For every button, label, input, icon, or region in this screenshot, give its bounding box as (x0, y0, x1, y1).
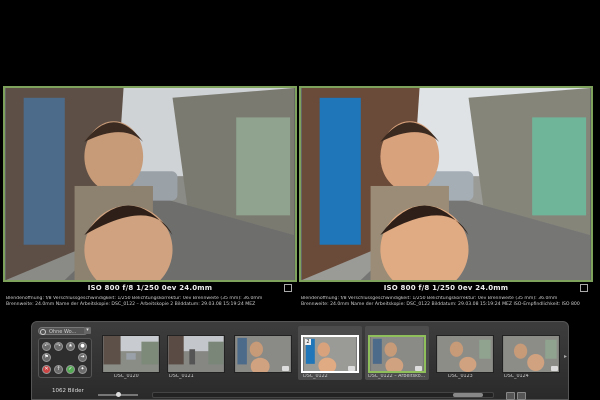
metadata-line: Brennweite: 24.0mm Name der Arbeitskopie… (301, 302, 580, 307)
rotate-left-button[interactable]: ↶ (42, 342, 51, 351)
flag-button[interactable]: ⚑ (42, 353, 51, 362)
expand-icon[interactable] (580, 284, 588, 292)
thumb-kids-image (437, 336, 493, 372)
viewer: ISO 800 f/8 1/250 0ev 24.0mm ISO 800 f/8… (0, 86, 600, 318)
photo-kids-street (6, 88, 294, 280)
filmstrip-scrollbar[interactable] (152, 392, 494, 398)
scrollbar-thumb[interactable] (453, 393, 483, 397)
exif-hud-right: ISO 800 f/8 1/250 0ev 24.0mm (383, 284, 509, 292)
thumb-street-image (168, 336, 224, 372)
settings-button[interactable] (517, 392, 526, 400)
label-button[interactable]: ● (78, 342, 87, 351)
photo-left-copy2[interactable] (3, 86, 297, 282)
rating-controls: ↶ ↷ ★ ● ⚑ ✕ ↑ ✓ ✦ ➜ (38, 338, 92, 378)
thumbnail-label: DSC_0122 (303, 374, 328, 379)
adjustment-badge-icon (551, 366, 558, 371)
thumbnail[interactable] (102, 335, 160, 373)
expand-icon[interactable] (284, 284, 292, 292)
stack-count-icon: 2 (305, 339, 311, 345)
thumbnail-label: DSC_0124 (504, 374, 529, 379)
select-button[interactable]: ✓ (66, 365, 75, 374)
thumbnail[interactable] (436, 335, 494, 373)
search-icon (40, 329, 46, 335)
next-button[interactable]: ➜ (78, 353, 87, 362)
slider-knob[interactable] (116, 392, 121, 397)
search-options-button[interactable]: ▾ (84, 327, 91, 334)
adjustment-badge-icon (282, 366, 289, 371)
thumbnail-label: DSC_0120 (114, 374, 139, 379)
thumb-street-image (103, 336, 159, 372)
photo-kids-street-adjusted (302, 88, 590, 280)
photo-right-original[interactable] (299, 86, 593, 282)
scroll-right-icon[interactable]: ▸ (564, 353, 567, 360)
metadata-line: Brennweite: 24.0mm Name der Arbeitskopie… (6, 302, 256, 307)
image-count: 1062 Bilder (52, 388, 84, 394)
adjustment-badge-icon (348, 366, 355, 371)
filmstrip-panel: Ohne Wo... ▾ ↶ ↷ ★ ● ⚑ ✕ ↑ ✓ ✦ ➜ 1062 Bi… (31, 321, 569, 400)
rotate-right-button[interactable]: ↷ (54, 342, 63, 351)
view-options-button[interactable] (506, 392, 515, 400)
up-button[interactable]: ↑ (54, 365, 63, 374)
reject-button[interactable]: ✕ (42, 365, 51, 374)
favorite-button[interactable]: ★ (66, 342, 75, 351)
thumbnail[interactable] (167, 335, 225, 373)
thumbnail-label: DSC_0122 – Arbeitsko... (368, 374, 426, 379)
exif-hud-left: ISO 800 f/8 1/250 0ev 24.0mm (87, 284, 213, 292)
adjustment-badge-icon (415, 366, 422, 371)
thumbnail-size-slider[interactable] (98, 392, 138, 397)
thumbnail-label: DSC_0123 (448, 374, 473, 379)
metadata-left: Blendenöffnung: f/8 Verschlussgeschwindi… (6, 296, 302, 308)
rate-button[interactable]: ✦ (78, 365, 87, 374)
thumbnail-label: DSC_0121 (169, 374, 194, 379)
metadata-right: Blendenöffnung: f/8 Verschlussgeschwindi… (301, 296, 597, 308)
